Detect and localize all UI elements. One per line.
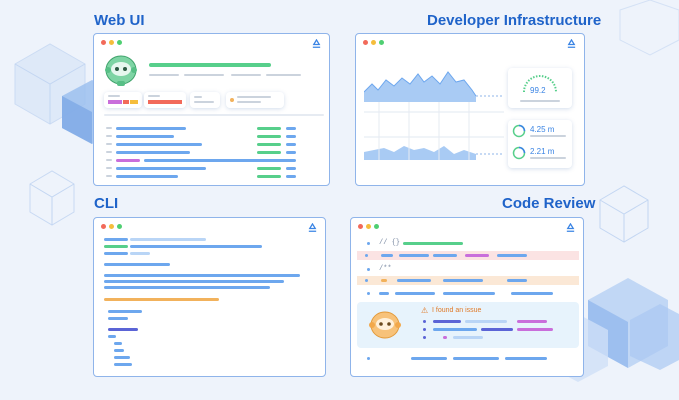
issue-text: I found an issue xyxy=(432,307,482,314)
recycle-logo-icon xyxy=(312,39,321,48)
maximize-dot[interactable] xyxy=(117,40,122,45)
maximize-dot[interactable] xyxy=(374,224,379,229)
gauge-card[interactable]: 99.2 xyxy=(508,68,572,108)
window-controls xyxy=(101,224,122,229)
code-comment-1: // {} xyxy=(379,239,401,247)
diff-removed-line xyxy=(357,251,579,260)
window-controls xyxy=(101,40,122,45)
close-dot[interactable] xyxy=(101,40,106,45)
close-dot[interactable] xyxy=(101,224,106,229)
web-ui-window xyxy=(93,33,330,186)
code-review-window: // {} /** ⚠ I found an issue xyxy=(350,217,584,377)
minimize-dot[interactable] xyxy=(109,40,114,45)
hero-meta-3 xyxy=(231,74,261,76)
maximize-dot[interactable] xyxy=(117,224,122,229)
cli-window xyxy=(93,217,326,377)
stat-card-3[interactable] xyxy=(190,92,220,108)
metric-2-value: 2.21 m xyxy=(530,147,555,156)
maximize-dot[interactable] xyxy=(379,40,384,45)
robot-mascot-icon xyxy=(105,55,137,86)
metric-1-value: 4.25 m xyxy=(530,125,555,134)
hero-title-placeholder xyxy=(149,63,271,67)
code-review-title: Code Review xyxy=(502,195,596,212)
hero-meta-2 xyxy=(184,74,224,76)
recycle-logo-icon xyxy=(308,223,317,232)
stat-card-4[interactable] xyxy=(226,92,284,108)
metrics-card[interactable]: 4.25 m 2.21 m xyxy=(508,120,572,168)
recycle-logo-icon xyxy=(567,39,576,48)
ring-icon xyxy=(512,124,526,138)
developer-infrastructure-window: 99.2 4.25 m 2.21 m xyxy=(355,33,585,186)
recycle-logo-icon xyxy=(566,223,575,232)
gauge-value: 99.2 xyxy=(530,86,546,95)
web-ui-title: Web UI xyxy=(94,12,145,29)
minimize-dot[interactable] xyxy=(366,224,371,229)
stat-card-1[interactable] xyxy=(104,92,142,108)
minimize-dot[interactable] xyxy=(371,40,376,45)
toolbar-row xyxy=(104,114,324,116)
robot-mascot-icon xyxy=(369,311,401,339)
window-controls xyxy=(358,224,379,229)
developer-infrastructure-title: Developer Infrastructure xyxy=(427,12,602,29)
stat-card-2[interactable] xyxy=(144,92,186,108)
code-comment-2: /** xyxy=(379,265,392,273)
issue-panel[interactable]: ⚠ I found an issue xyxy=(357,302,579,348)
window-controls xyxy=(363,40,384,45)
ring-icon xyxy=(512,146,526,160)
diff-added-line xyxy=(357,276,579,285)
hero-meta-1 xyxy=(149,74,179,76)
warning-icon: ⚠ xyxy=(421,306,429,315)
area-charts xyxy=(364,71,504,160)
cli-title: CLI xyxy=(94,195,119,212)
close-dot[interactable] xyxy=(363,40,368,45)
minimize-dot[interactable] xyxy=(109,224,114,229)
close-dot[interactable] xyxy=(358,224,363,229)
hero-meta-4 xyxy=(266,74,301,76)
